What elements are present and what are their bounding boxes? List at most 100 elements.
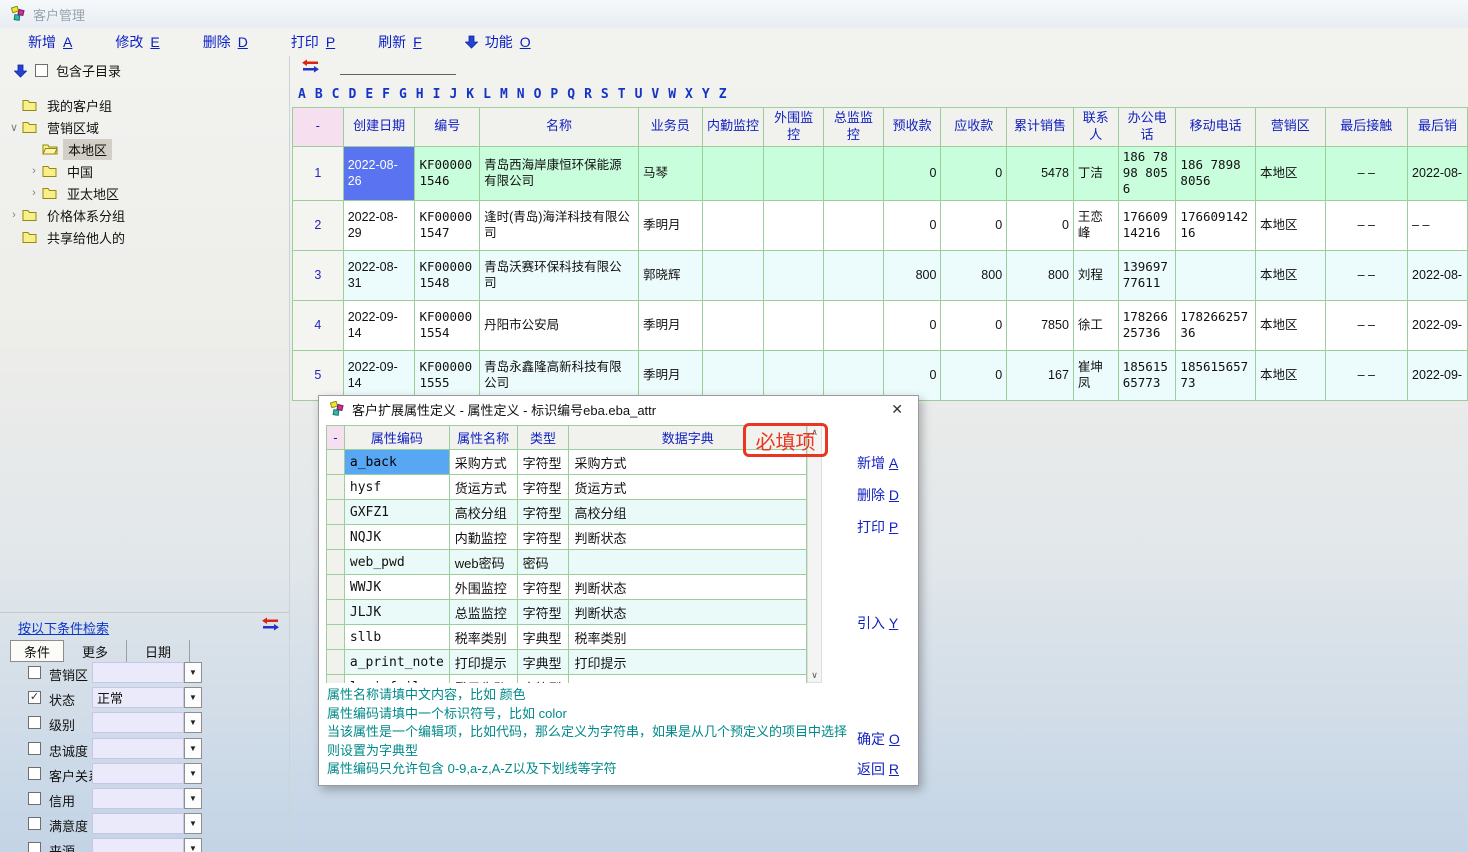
grid-cell-salesman[interactable]: 季明月	[638, 300, 702, 350]
dialog-cell-idx[interactable]	[327, 525, 345, 550]
grid-cell-receivable[interactable]: 800	[941, 250, 1007, 300]
include-subdirs-checkbox[interactable]	[35, 64, 48, 77]
dialog-cell-name[interactable]: 内勤监控	[449, 525, 517, 550]
filter-select-credit[interactable]	[92, 788, 184, 809]
dialog-button-return[interactable]: 返回 R	[857, 759, 899, 779]
grid-column-name[interactable]: 名称	[480, 108, 639, 147]
grid-column-region[interactable]: 营销区	[1255, 108, 1325, 147]
grid-cell-monitor_external[interactable]	[764, 300, 824, 350]
alphabet-letter-S[interactable]: S	[601, 87, 609, 102]
alphabet-letter-X[interactable]: X	[685, 87, 693, 102]
grid-cell-date[interactable]: 2022-09-14	[343, 300, 415, 350]
dialog-cell-dict[interactable]: 判断状态	[569, 525, 807, 550]
grid-cell-region[interactable]: 本地区	[1255, 146, 1325, 200]
toolbar-button-edit[interactable]: 修改E	[115, 32, 159, 52]
dropdown-arrow-icon[interactable]: ▼	[184, 687, 202, 708]
dropdown-arrow-icon[interactable]: ▼	[184, 813, 202, 834]
dialog-cell-idx[interactable]	[327, 575, 345, 600]
dialog-cell-dict[interactable]	[569, 550, 807, 575]
grid-cell-name[interactable]: 逢时(青岛)海洋科技有限公司	[480, 200, 639, 250]
swap-arrows-icon[interactable]	[262, 617, 279, 631]
grid-cell-idx[interactable]: 2	[293, 200, 344, 250]
dropdown-arrow-icon[interactable]: ▼	[184, 838, 202, 852]
grid-cell-monitor_internal[interactable]	[702, 350, 764, 400]
grid-cell-contact[interactable]: 刘程	[1073, 250, 1118, 300]
alphabet-letter-V[interactable]: V	[651, 87, 659, 102]
chevron-right-icon[interactable]: ›	[26, 187, 42, 199]
dialog-cell-code[interactable]: WWJK	[344, 575, 449, 600]
grid-column-receivable[interactable]: 应收款	[941, 108, 1007, 147]
alphabet-letter-H[interactable]: H	[416, 87, 424, 102]
dialog-cell-code[interactable]: sllb	[344, 625, 449, 650]
grid-cell-total_sales[interactable]: 167	[1007, 350, 1074, 400]
grid-cell-code[interactable]: KF000001547	[415, 200, 480, 250]
grid-cell-office_phone[interactable]: 17826625736	[1118, 300, 1176, 350]
grid-cell-name[interactable]: 丹阳市公安局	[480, 300, 639, 350]
grid-column-office_phone[interactable]: 办公电话	[1118, 108, 1176, 147]
grid-cell-office_phone[interactable]: 17660914216	[1118, 200, 1176, 250]
dialog-cell-code[interactable]: loginfailure	[344, 675, 449, 684]
dropdown-arrow-icon[interactable]: ▼	[184, 712, 202, 733]
grid-cell-region[interactable]: 本地区	[1255, 300, 1325, 350]
grid-cell-last_contact[interactable]: – –	[1325, 146, 1408, 200]
grid-cell-total_sales[interactable]: 0	[1007, 200, 1074, 250]
alphabet-letter-C[interactable]: C	[332, 87, 340, 102]
grid-cell-receivable[interactable]: 0	[941, 200, 1007, 250]
swap-arrows-icon[interactable]	[302, 59, 319, 73]
dialog-cell-name[interactable]: 总监监控	[449, 600, 517, 625]
filter-select-customer-relation[interactable]	[92, 763, 184, 784]
search-tab-0[interactable]: 条件	[10, 640, 64, 662]
grid-cell-total_sales[interactable]: 5478	[1007, 146, 1074, 200]
dialog-button-delete[interactable]: 删除 D	[857, 485, 899, 505]
dialog-cell-name[interactable]: 税率类别	[449, 625, 517, 650]
tree-item-local-area[interactable]: 本地区	[0, 138, 290, 160]
filter-select-source[interactable]	[92, 838, 184, 852]
tree-item-my-customer-group[interactable]: 我的客户组	[0, 94, 290, 116]
grid-column-monitor_chief[interactable]: 总监监控	[824, 108, 884, 147]
dialog-cell-dict[interactable]: 判断状态	[569, 600, 807, 625]
dialog-column-code[interactable]: 属性编码	[344, 426, 449, 450]
grid-cell-advance[interactable]: 0	[883, 300, 941, 350]
grid-cell-total_sales[interactable]: 800	[1007, 250, 1074, 300]
dialog-cell-type[interactable]: 字符型	[517, 525, 569, 550]
alphabet-letter-G[interactable]: G	[399, 87, 407, 102]
dialog-cell-code[interactable]: NQJK	[344, 525, 449, 550]
grid-cell-last_sale[interactable]: 2022-09-	[1408, 300, 1468, 350]
grid-cell-last_contact[interactable]: – –	[1325, 350, 1408, 400]
dropdown-arrow-icon[interactable]: ▼	[184, 662, 202, 683]
tree-item-asia-pacific[interactable]: ›亚太地区	[0, 182, 290, 204]
dialog-column-name[interactable]: 属性名称	[449, 426, 517, 450]
grid-cell-advance[interactable]: 0	[883, 350, 941, 400]
alphabet-letter-E[interactable]: E	[365, 87, 373, 102]
dialog-cell-name[interactable]: 打印提示	[449, 650, 517, 675]
chevron-right-icon[interactable]: ›	[26, 165, 42, 177]
toolbar-button-refresh[interactable]: 刷新F	[378, 32, 422, 52]
grid-cell-monitor_chief[interactable]	[824, 250, 884, 300]
tree-item-shared-to-others[interactable]: 共享给他人的	[0, 226, 290, 248]
grid-cell-monitor_chief[interactable]	[824, 300, 884, 350]
dialog-button-confirm[interactable]: 确定 O	[857, 729, 900, 749]
toolbar-button-print[interactable]: 打印P	[291, 32, 335, 52]
filter-select-level[interactable]	[92, 712, 184, 733]
grid-cell-mobile_phone[interactable]	[1176, 250, 1256, 300]
dialog-scrollbar[interactable]: ∧ ∨	[807, 425, 822, 683]
grid-column-monitor_external[interactable]: 外围监控	[764, 108, 824, 147]
toolbar-button-functions[interactable]: 功能O	[465, 32, 531, 52]
alphabet-letter-N[interactable]: N	[517, 87, 525, 102]
grid-cell-monitor_external[interactable]	[764, 146, 824, 200]
grid-cell-idx[interactable]: 4	[293, 300, 344, 350]
dialog-cell-code[interactable]: hysf	[344, 475, 449, 500]
dialog-cell-type[interactable]: 字符型	[517, 500, 569, 525]
grid-column-monitor_internal[interactable]: 内勤监控	[702, 108, 764, 147]
grid-cell-monitor_chief[interactable]	[824, 350, 884, 400]
grid-cell-region[interactable]: 本地区	[1255, 200, 1325, 250]
alphabet-letter-A[interactable]: A	[298, 87, 306, 102]
alphabet-letter-D[interactable]: D	[348, 87, 356, 102]
toolbar-button-add[interactable]: 新增A	[28, 32, 72, 52]
quick-filter-input[interactable]	[340, 56, 456, 75]
dialog-cell-dict[interactable]	[569, 675, 807, 684]
dialog-cell-type[interactable]: 密码	[517, 550, 569, 575]
grid-column-salesman[interactable]: 业务员	[638, 108, 702, 147]
alphabet-letter-W[interactable]: W	[668, 87, 676, 102]
grid-column-total_sales[interactable]: 累计销售	[1007, 108, 1074, 147]
